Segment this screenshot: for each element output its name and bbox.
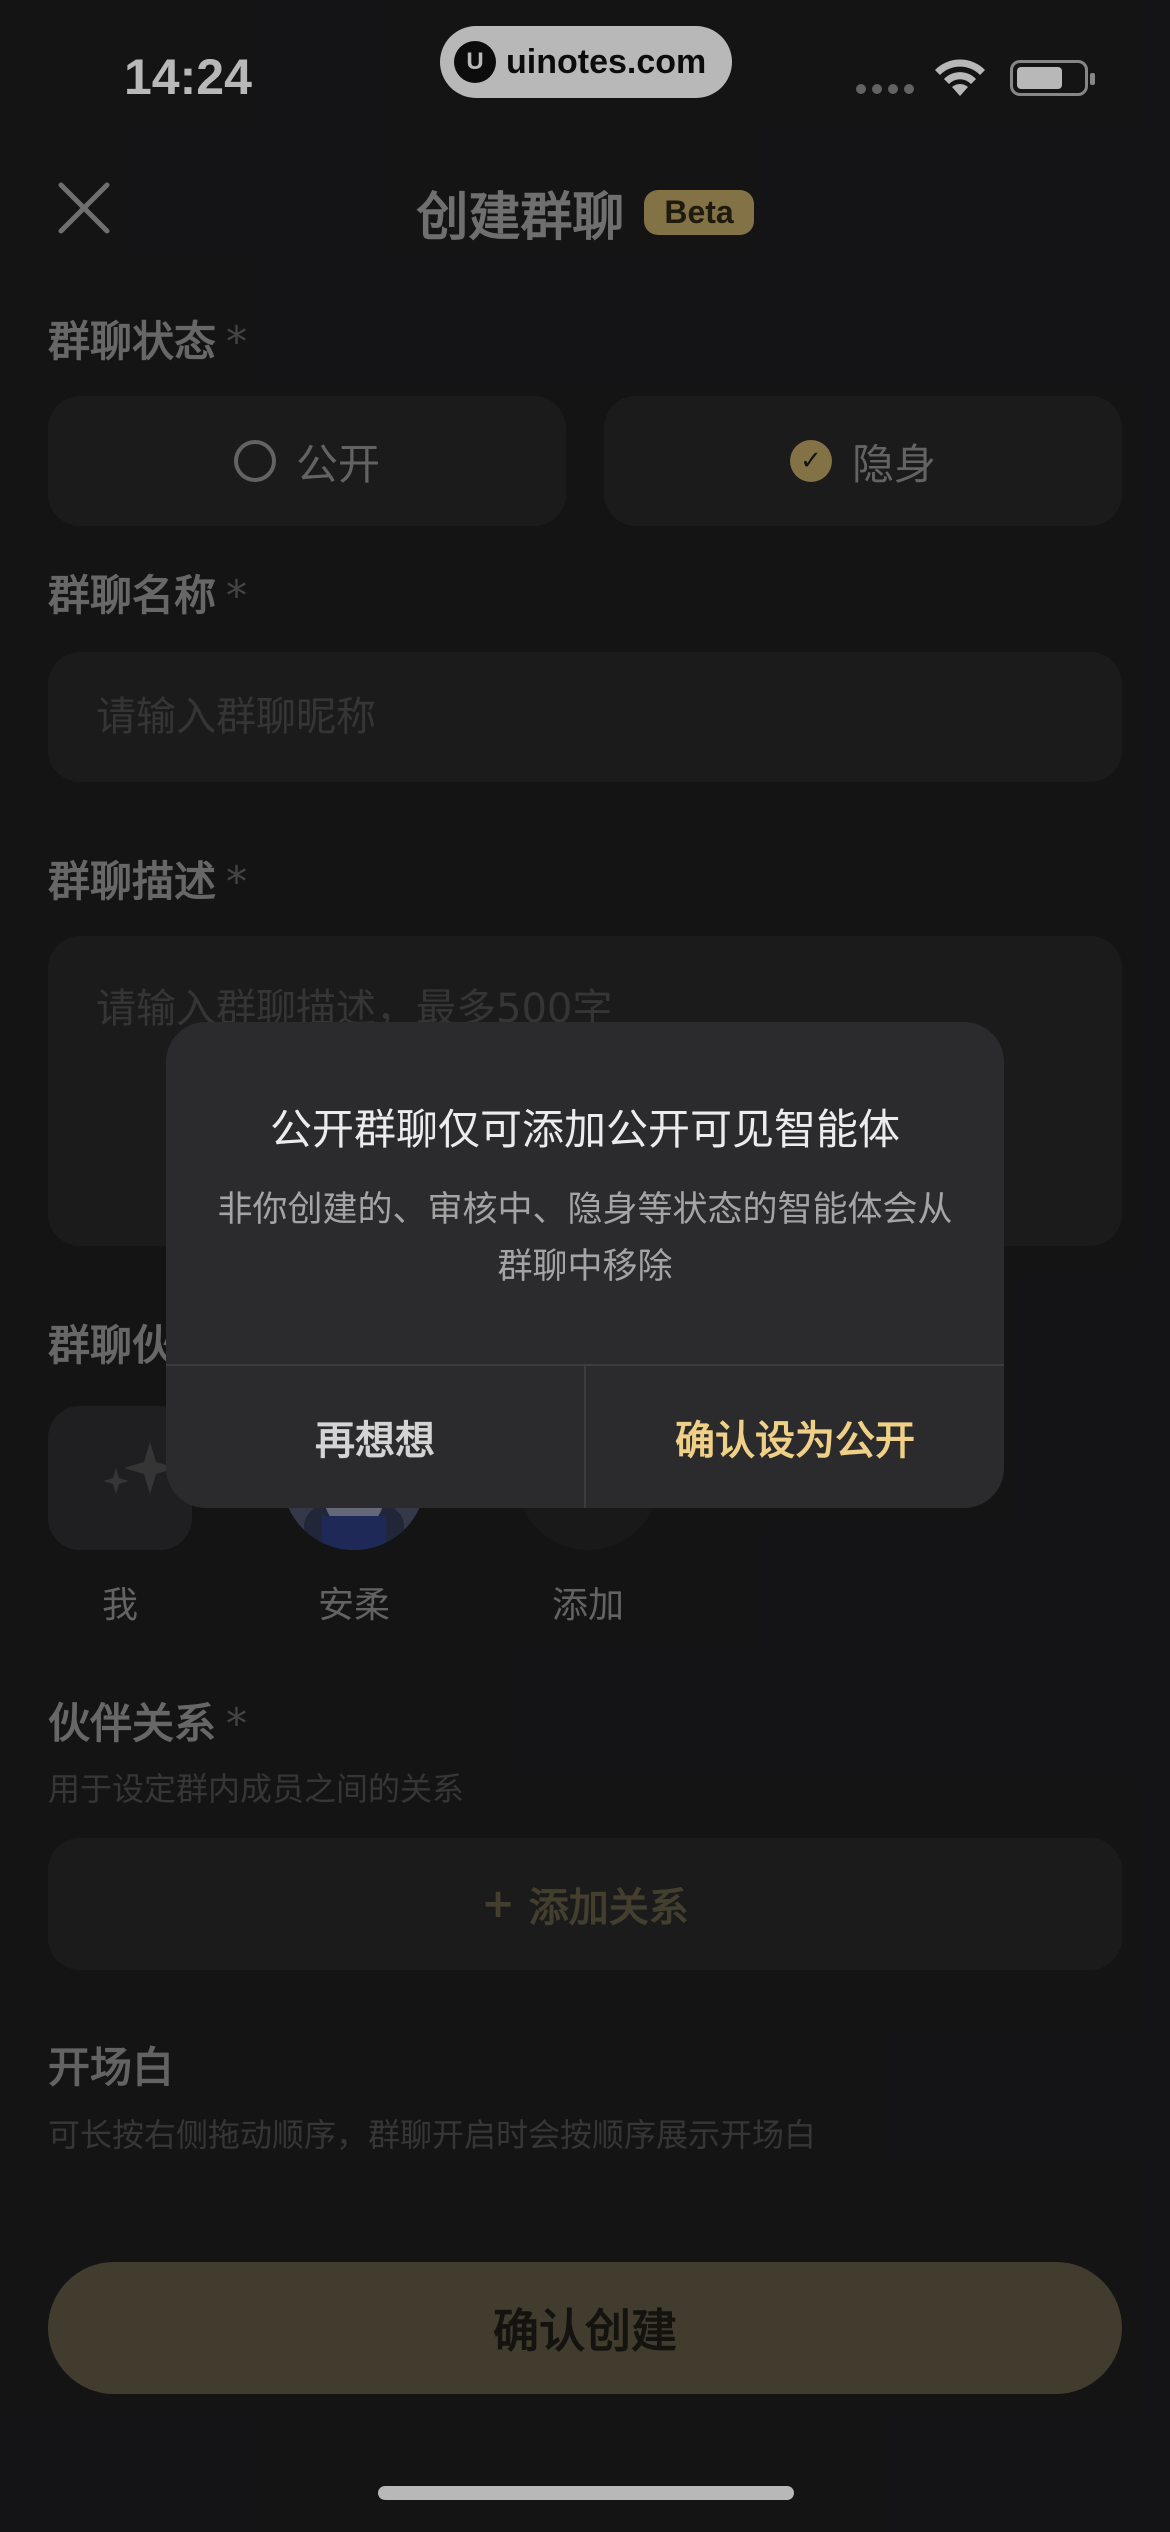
dialog-title: 公开群聊仅可添加公开可见智能体 xyxy=(269,1105,900,1154)
dialog-cancel-button[interactable]: 再想想 xyxy=(166,1366,584,1508)
dialog-confirm-button[interactable]: 确认设为公开 xyxy=(586,1366,1004,1508)
confirm-public-dialog: 公开群聊仅可添加公开可见智能体 非你创建的、审核中、隐身等状态的智能体会从群聊中… xyxy=(166,1022,1004,1508)
create-group-screen: 14:24 U uinotes.com 创建群聊 Beta 群聊状态 * 公开 ✓… xyxy=(0,0,1170,2532)
dialog-message: 非你创建的、审核中、隐身等状态的智能体会从群聊中移除 xyxy=(217,1190,953,1287)
